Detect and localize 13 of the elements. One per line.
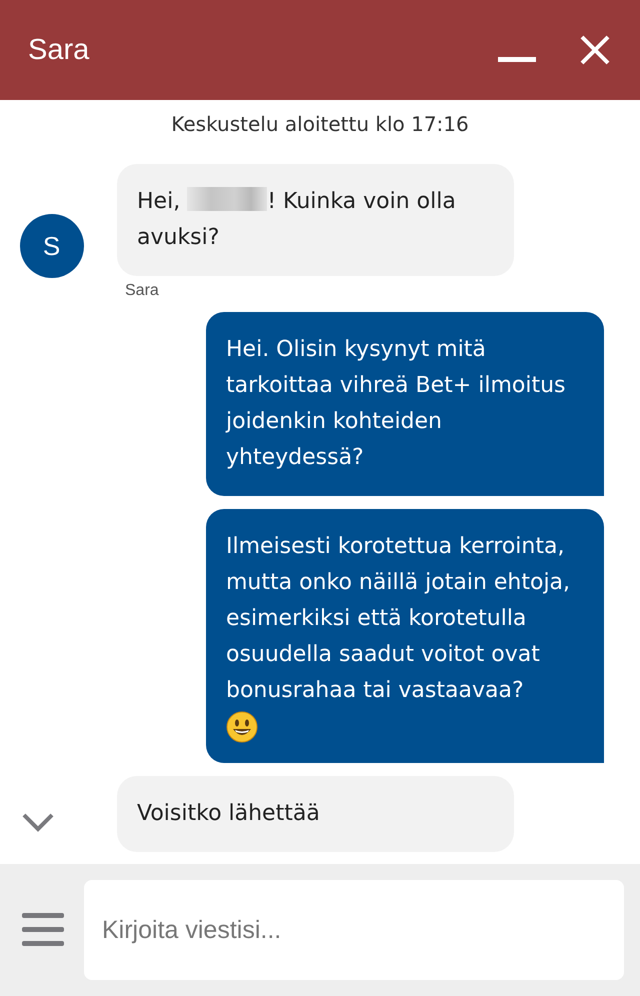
message-text: Ilmeisesti korotettua kerrointa, mutta onko näillä jotain ehtoja, esimerkiksi että korotetulla osuudella saadut voitot ovat bonusrahaa tai vastaavaa? bbox=[226, 534, 570, 703]
agent-message: Voisitko lähettää bbox=[117, 776, 514, 852]
message-input[interactable]: Kirjoita viestisi... bbox=[84, 880, 624, 980]
chat-title: Sara bbox=[28, 34, 90, 66]
conversation-start-time: Keskustelu aloitettu klo 17:16 bbox=[170, 112, 470, 136]
close-icon[interactable] bbox=[580, 35, 610, 65]
agent-avatar: S bbox=[20, 214, 84, 278]
scroll-down-icon[interactable] bbox=[21, 812, 55, 832]
message-text: Hei. Olisin kysynyt mitä tarkoittaa vihreä Bet+ ilmoitus joidenkin kohteiden yhteydessä? bbox=[226, 337, 566, 470]
menu-icon[interactable] bbox=[22, 913, 64, 947]
agent-message: Hei, ! Kuinka voin olla avuksi? bbox=[117, 164, 514, 276]
sender-name: Sara bbox=[125, 282, 160, 300]
minimize-icon[interactable] bbox=[498, 55, 536, 65]
